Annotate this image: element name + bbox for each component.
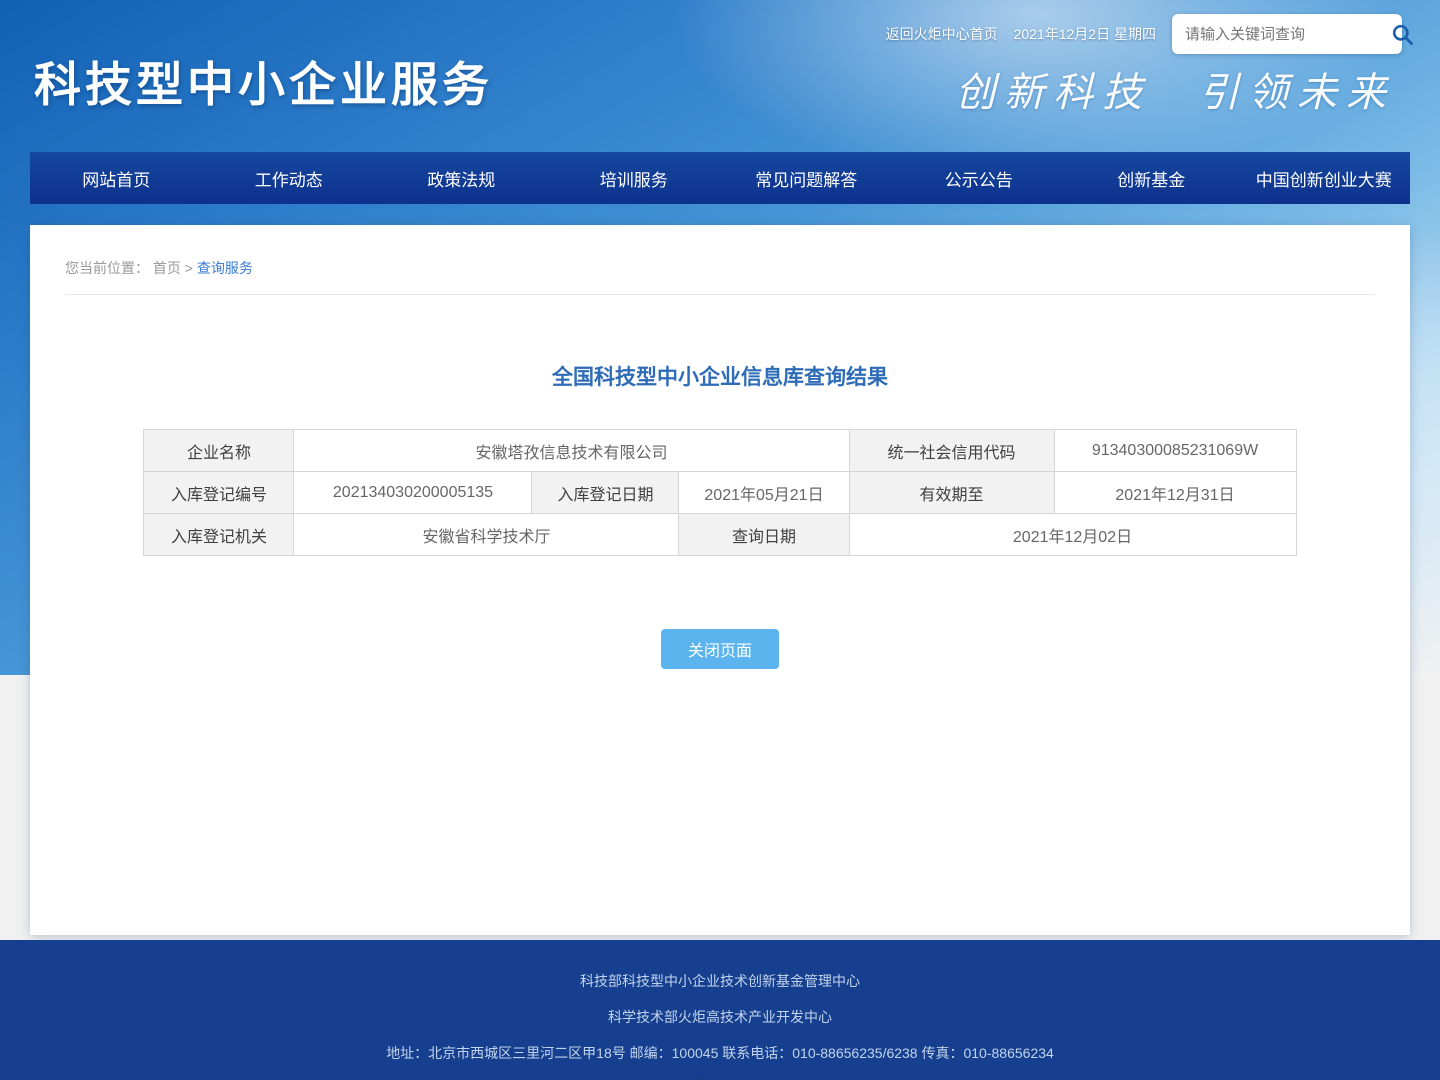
valid-until-value: 2021年12月31日 (1054, 472, 1296, 514)
registration-date-value: 2021年05月21日 (679, 472, 849, 514)
nav-item-policies[interactable]: 政策法规 (375, 152, 548, 204)
credit-code-label: 统一社会信用代码 (849, 430, 1054, 472)
nav-item-announcements[interactable]: 公示公告 (893, 152, 1066, 204)
company-name-label: 企业名称 (144, 430, 294, 472)
search-box (1172, 14, 1402, 54)
table-row: 入库登记机关 安徽省科学技术厅 查询日期 2021年12月02日 (144, 514, 1296, 556)
registration-number-value: 202134030200005135 (294, 472, 532, 514)
table-row: 入库登记编号 202134030200005135 入库登记日期 2021年05… (144, 472, 1296, 514)
page-title: 全国科技型中小企业信息库查询结果 (30, 361, 1410, 391)
credit-code-value: 91340300085231069W (1054, 430, 1296, 472)
registration-authority-label: 入库登记机关 (144, 514, 294, 556)
breadcrumb-home-link[interactable]: 首页 (153, 260, 181, 276)
search-input[interactable] (1172, 26, 1390, 43)
breadcrumb-current-link[interactable]: 查询服务 (197, 260, 253, 276)
nav-item-home[interactable]: 网站首页 (30, 152, 203, 204)
table-row: 企业名称 安徽塔孜信息技术有限公司 统一社会信用代码 9134030008523… (144, 430, 1296, 472)
result-table: 企业名称 安徽塔孜信息技术有限公司 统一社会信用代码 9134030008523… (143, 429, 1296, 556)
site-footer: 科技部科技型中小企业技术创新基金管理中心 科学技术部火炬高技术产业开发中心 地址… (0, 940, 1440, 1080)
search-icon[interactable] (1390, 22, 1425, 47)
site-logo: 科技型中小企业服务 (34, 46, 493, 115)
breadcrumb-prefix: 您当前位置： (65, 260, 149, 276)
footer-org-line-1: 科技部科技型中小企业技术创新基金管理中心 (0, 971, 1440, 991)
close-page-button[interactable]: 关闭页面 (661, 629, 779, 669)
valid-until-label: 有效期至 (849, 472, 1054, 514)
registration-authority-value: 安徽省科学技术厅 (294, 514, 679, 556)
nav-item-faq[interactable]: 常见问题解答 (720, 152, 893, 204)
header-utility-bar: 返回火炬中心首页 2021年12月2日 星期四 (886, 14, 1402, 54)
company-name-value: 安徽塔孜信息技术有限公司 (294, 430, 849, 472)
return-torch-home-link[interactable]: 返回火炬中心首页 (886, 24, 998, 44)
registration-date-label: 入库登记日期 (532, 472, 679, 514)
slogan-text: 创新科技 引领未来 (955, 60, 1395, 118)
main-nav: 网站首页 工作动态 政策法规 培训服务 常见问题解答 公示公告 创新基金 中国创… (30, 152, 1410, 204)
query-date-value: 2021年12月02日 (849, 514, 1296, 556)
query-date-label: 查询日期 (679, 514, 849, 556)
footer-contact-line: 地址：北京市西城区三里河二区甲18号 邮编：100045 联系电话：010-88… (0, 1043, 1440, 1063)
nav-item-work-news[interactable]: 工作动态 (203, 152, 376, 204)
registration-number-label: 入库登记编号 (144, 472, 294, 514)
breadcrumb: 您当前位置： 首页 > 查询服务 (65, 225, 1375, 295)
breadcrumb-separator: > (185, 260, 193, 276)
nav-item-innovation-contest[interactable]: 中国创新创业大赛 (1238, 152, 1411, 204)
content-card: 您当前位置： 首页 > 查询服务 全国科技型中小企业信息库查询结果 企业名称 安… (30, 225, 1410, 935)
nav-item-innovation-fund[interactable]: 创新基金 (1065, 152, 1238, 204)
date-text: 2021年12月2日 星期四 (1014, 24, 1156, 44)
nav-item-training[interactable]: 培训服务 (548, 152, 721, 204)
footer-org-line-2: 科学技术部火炬高技术产业开发中心 (0, 1007, 1440, 1027)
